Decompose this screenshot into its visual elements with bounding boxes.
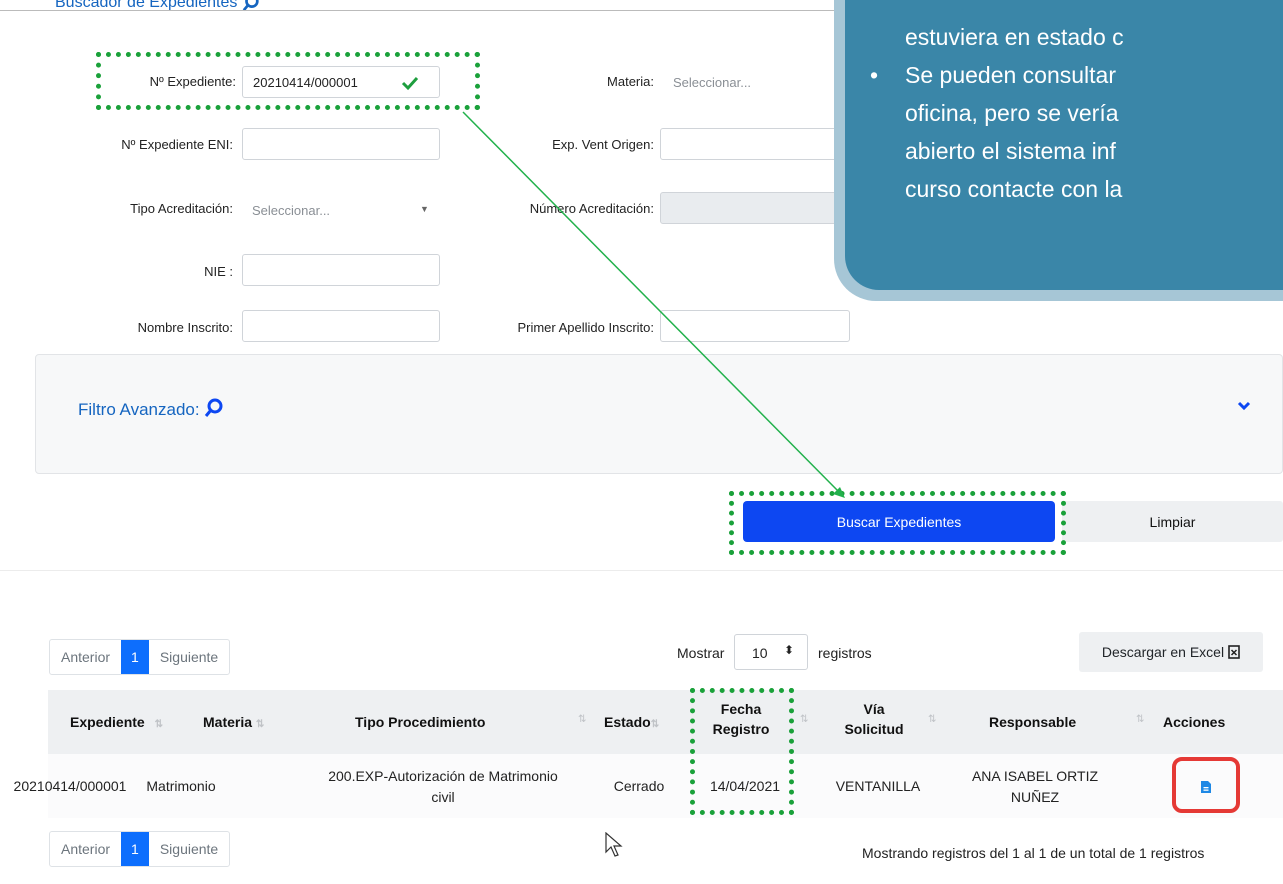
sort-icon[interactable]: ⇅ bbox=[800, 714, 808, 725]
highlight-box-buscar bbox=[729, 491, 1066, 555]
highlight-box-fecha bbox=[690, 688, 794, 815]
registros-label: registros bbox=[818, 645, 872, 661]
numero-acreditacion-input[interactable] bbox=[660, 192, 850, 224]
sort-arrows-icon: ⬍ bbox=[784, 643, 795, 657]
search-icon bbox=[205, 398, 223, 417]
tipo-acreditacion-label: Tipo Acreditación: bbox=[130, 201, 233, 216]
primer-apellido-input[interactable] bbox=[660, 310, 850, 342]
pagination-bottom: Anterior 1 Siguiente bbox=[49, 831, 231, 867]
column-header-acciones: Acciones bbox=[1163, 714, 1226, 730]
results-summary: Mostrando registros del 1 al 1 de un tot… bbox=[862, 845, 1205, 861]
column-header-expediente[interactable]: Expediente ⇅ bbox=[70, 712, 163, 735]
cell-expediente: 20210414/000001 bbox=[13, 778, 127, 794]
excel-file-icon bbox=[1228, 645, 1240, 659]
filtro-avanzado-toggle[interactable]: Filtro Avanzado: bbox=[78, 398, 224, 420]
numero-acreditacion-label: Número Acreditación: bbox=[529, 201, 654, 216]
pagination-prev[interactable]: Anterior bbox=[50, 832, 121, 866]
column-header-tipo[interactable]: Tipo Procedimiento bbox=[355, 712, 485, 732]
mostrar-label: Mostrar bbox=[677, 645, 725, 661]
sort-icon[interactable]: ⇅ bbox=[1136, 714, 1144, 725]
primer-apellido-label: Primer Apellido Inscrito: bbox=[517, 320, 654, 335]
cell-estado: Cerrado bbox=[613, 778, 665, 794]
cell-tipo: 200.EXP-Autorización de Matrimonio civil bbox=[328, 768, 558, 805]
sort-icon[interactable]: ⇅ bbox=[928, 714, 936, 725]
info-callout: estuviera en estado c • Se pueden consult… bbox=[845, 0, 1283, 290]
tipo-acreditacion-select[interactable]: Seleccionar... ▼ bbox=[242, 192, 440, 224]
cell-via: VENTANILLA bbox=[835, 778, 921, 794]
pagination-page[interactable]: 1 bbox=[121, 832, 149, 866]
chevron-down-icon[interactable] bbox=[1237, 401, 1251, 411]
materia-label: Materia: bbox=[607, 74, 654, 89]
pagination-next[interactable]: Siguiente bbox=[149, 640, 229, 674]
sort-icon[interactable]: ⇅ bbox=[578, 714, 586, 725]
cell-materia: Matrimonio bbox=[146, 778, 216, 794]
highlight-box-acciones bbox=[1172, 757, 1240, 813]
nombre-inscrito-label: Nombre Inscrito: bbox=[137, 320, 233, 335]
page-size-select[interactable]: 10 ⬍ bbox=[734, 634, 808, 670]
column-header-materia[interactable]: Materia ⇅ bbox=[203, 712, 264, 735]
pagination-next[interactable]: Siguiente bbox=[149, 832, 229, 866]
chevron-down-icon: ▼ bbox=[420, 204, 429, 214]
pagination-page[interactable]: 1 bbox=[121, 640, 149, 674]
divider bbox=[0, 570, 1283, 571]
column-header-estado[interactable]: Estado⇅ bbox=[604, 712, 659, 735]
pagination-top: Anterior 1 Siguiente bbox=[49, 639, 231, 675]
nie-label: NIE : bbox=[204, 264, 233, 279]
materia-select[interactable]: Seleccionar... ▼ bbox=[665, 66, 848, 98]
highlight-box-expediente bbox=[96, 52, 480, 110]
column-header-responsable[interactable]: Responsable bbox=[989, 712, 1076, 732]
cell-responsable: ANA ISABEL ORTIZ NUÑEZ bbox=[971, 768, 1099, 805]
nie-input[interactable] bbox=[242, 254, 440, 286]
expediente-eni-input[interactable] bbox=[242, 128, 440, 160]
mouse-cursor-icon bbox=[605, 832, 623, 857]
descargar-excel-button[interactable]: Descargar en Excel bbox=[1079, 632, 1263, 672]
nombre-inscrito-input[interactable] bbox=[242, 310, 440, 342]
exp-vent-origen-label: Exp. Vent Origen: bbox=[552, 137, 654, 152]
exp-vent-origen-input[interactable] bbox=[660, 128, 850, 160]
divider bbox=[0, 10, 845, 11]
limpiar-button[interactable]: Limpiar bbox=[1062, 501, 1283, 542]
column-header-via[interactable]: Vía Solicitud bbox=[834, 699, 914, 739]
expediente-eni-label: Nº Expediente ENI: bbox=[121, 137, 233, 152]
pagination-prev[interactable]: Anterior bbox=[50, 640, 121, 674]
